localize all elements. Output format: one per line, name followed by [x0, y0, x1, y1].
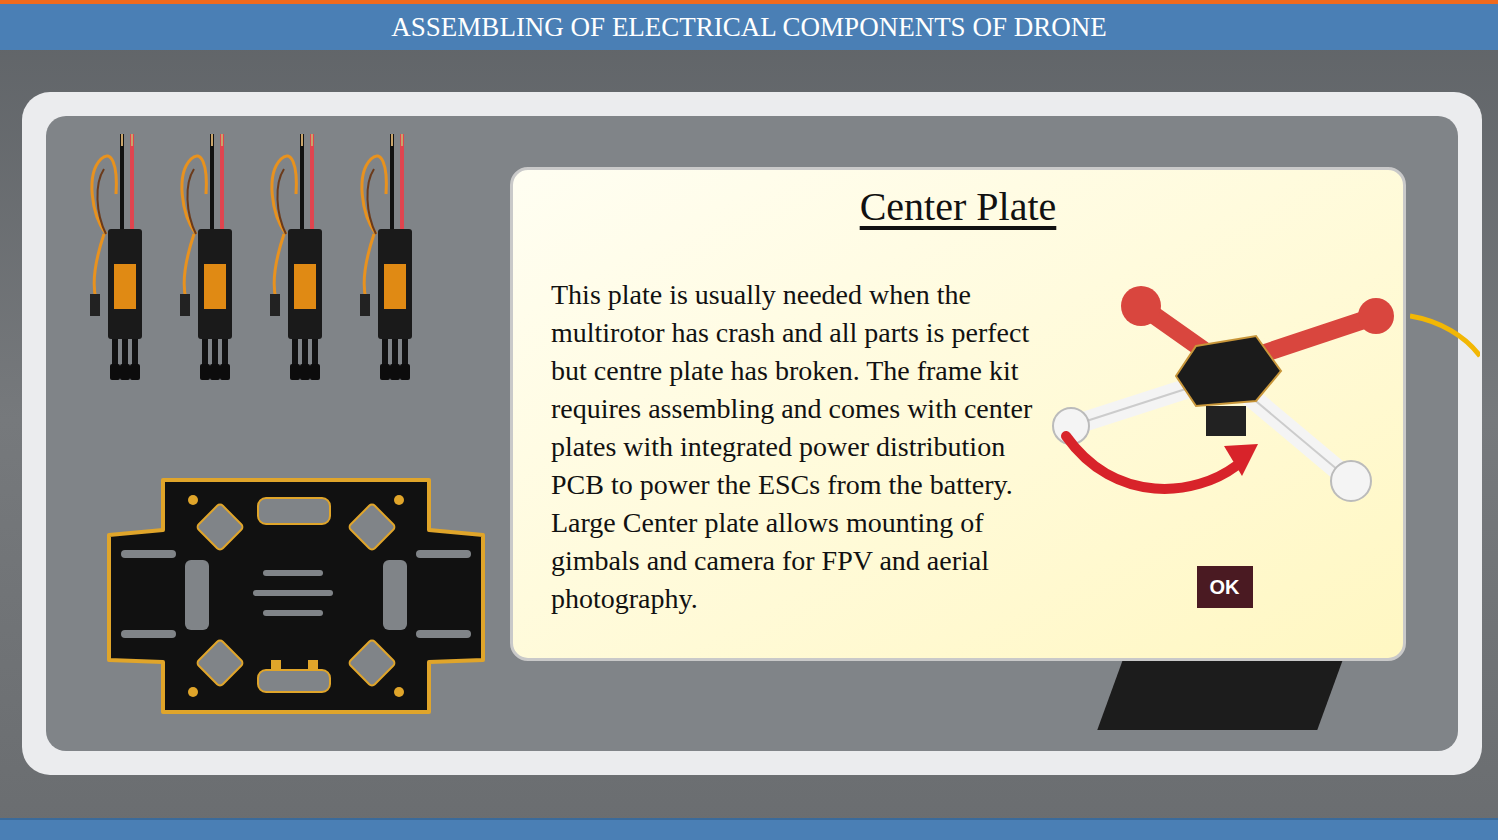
parts-column	[46, 116, 510, 751]
esc-row	[86, 134, 510, 380]
esc-icon	[176, 134, 236, 380]
center-plate-icon	[103, 470, 489, 722]
stand-icon	[1097, 660, 1342, 730]
esc-icon	[86, 134, 146, 380]
drone-icon	[1046, 276, 1396, 516]
dialog-title: Center Plate	[513, 182, 1403, 232]
footer-bar	[0, 818, 1498, 840]
dialog-text: This plate is usually needed when the mu…	[513, 276, 1058, 618]
dialog-media: OK	[1058, 276, 1403, 618]
frame: Center Plate This plate is usually needed…	[22, 92, 1482, 775]
plate-wrap	[103, 470, 510, 722]
workspace: Center Plate This plate is usually needed…	[46, 116, 1458, 751]
header: ASSEMBLING OF ELECTRICAL COMPONENTS OF D…	[0, 0, 1498, 50]
esc-icon	[356, 134, 416, 380]
info-dialog: Center Plate This plate is usually needed…	[510, 167, 1406, 661]
ok-button[interactable]: OK	[1197, 566, 1253, 608]
wire-icon	[1410, 306, 1480, 366]
app: ASSEMBLING OF ELECTRICAL COMPONENTS OF D…	[0, 0, 1498, 840]
dialog-body: This plate is usually needed when the mu…	[513, 276, 1403, 626]
drone-wrap	[1046, 276, 1396, 516]
header-title: ASSEMBLING OF ELECTRICAL COMPONENTS OF D…	[391, 10, 1106, 44]
esc-icon	[266, 134, 326, 380]
content-area: Center Plate This plate is usually needed…	[0, 50, 1498, 818]
